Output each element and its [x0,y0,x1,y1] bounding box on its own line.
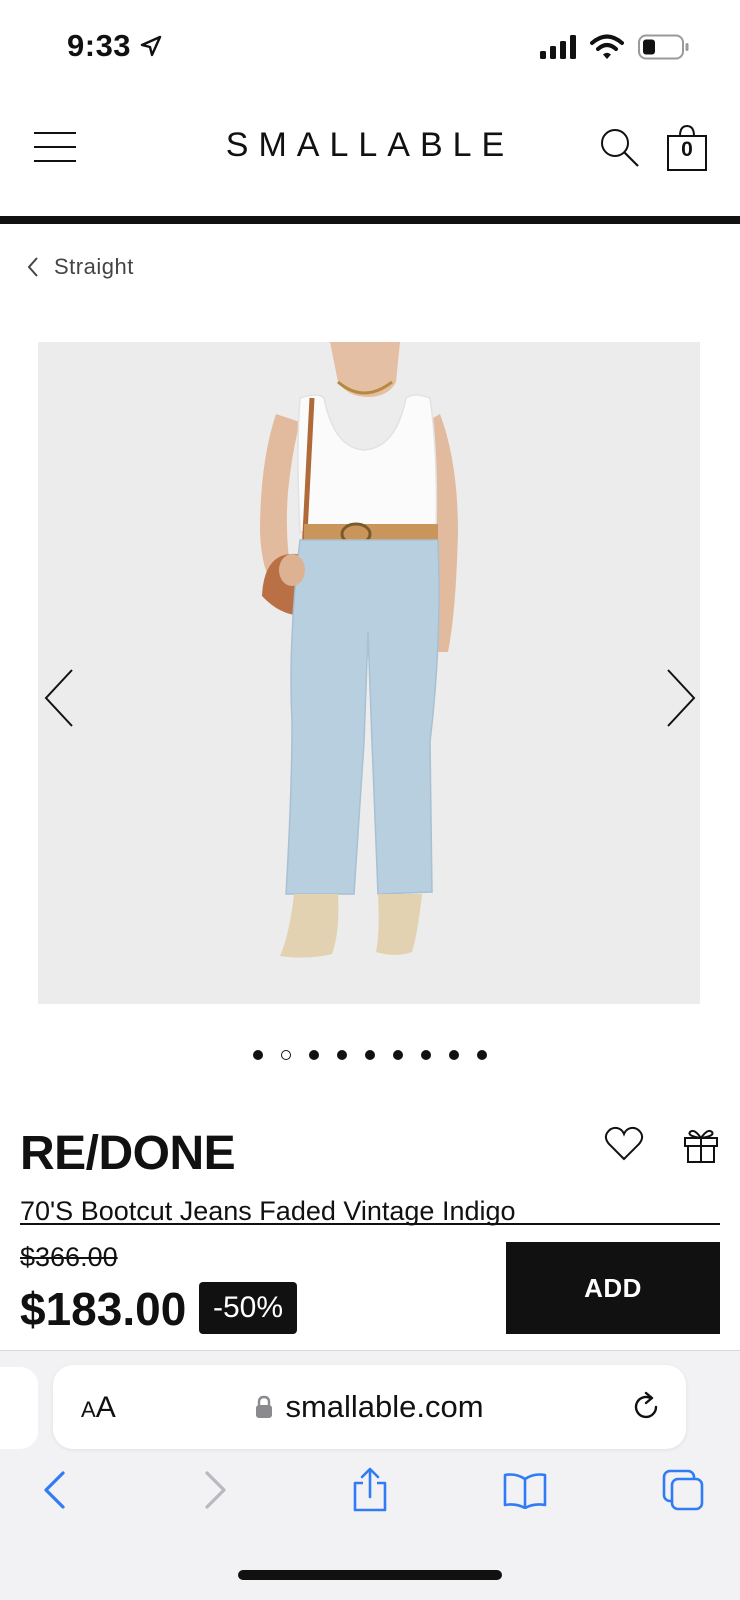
location-arrow-icon [140,35,162,57]
browser-toolbar [0,1457,740,1537]
battery-icon [638,34,689,60]
breadcrumb-back-link[interactable]: Straight [26,254,134,280]
title-divider [20,1223,720,1225]
search-icon [601,129,639,167]
chevron-left-icon [44,669,73,727]
status-bar: 9:33 [0,0,740,100]
browser-back-button[interactable] [30,1465,80,1515]
share-icon [353,1467,387,1512]
status-time: 9:33 [67,28,163,64]
tabs-button[interactable] [658,1465,708,1515]
carousel-dot[interactable] [337,1050,347,1060]
carousel-dot-active[interactable] [281,1050,291,1060]
carousel-dot[interactable] [253,1050,263,1060]
site-header: SMALLABLE 0 [0,100,740,218]
carousel-next-button[interactable] [660,666,700,730]
carousel-dot[interactable] [393,1050,403,1060]
text-size-button[interactable]: AA [81,1391,116,1425]
gift-icon [684,1129,718,1163]
previous-tab-preview[interactable] [0,1367,38,1449]
carousel-dot[interactable] [477,1050,487,1060]
forward-arrow-icon [205,1471,226,1509]
share-button[interactable] [345,1465,395,1515]
carousel-dot[interactable] [365,1050,375,1060]
url-display: smallable.com [53,1389,686,1425]
hamburger-line-icon [34,146,76,148]
carousel-pagination [0,1050,740,1060]
discount-badge: -50% [199,1282,298,1334]
sale-price: $183.00 [20,1283,187,1335]
hamburger-line-icon [34,132,76,134]
breadcrumb-label: Straight [54,254,134,279]
text-size-small-glyph: A [81,1397,96,1422]
search-button[interactable] [598,126,642,170]
hamburger-line-icon [34,160,76,162]
url-text: smallable.com [285,1389,484,1424]
status-time-text: 9:33 [67,28,132,63]
reload-button[interactable] [628,1389,664,1425]
header-divider [0,216,740,224]
chevron-right-icon [667,669,696,727]
wishlist-button[interactable] [604,1126,648,1166]
browser-bottom-bar: AA smallable.com [0,1350,740,1600]
cellular-signal-icon [540,35,576,59]
lock-icon [256,1395,273,1418]
browser-forward-button[interactable] [190,1465,240,1515]
hamburger-menu-button[interactable] [34,132,76,162]
product-image[interactable] [38,342,700,1004]
gift-button[interactable] [682,1126,722,1166]
carousel-dot[interactable] [421,1050,431,1060]
book-icon [503,1473,547,1509]
original-price: $366.00 [20,1242,118,1272]
tabs-icon [662,1469,704,1511]
carousel-prev-button[interactable] [40,666,80,730]
product-brand[interactable]: RE/DONE [20,1126,236,1181]
wifi-icon [590,34,624,59]
text-size-large-glyph: A [95,1391,116,1424]
chevron-left-icon [27,257,38,277]
cart-count: 0 [681,138,693,161]
bookmarks-button[interactable] [500,1465,550,1515]
home-indicator[interactable] [238,1570,502,1580]
heart-icon [604,1126,644,1161]
status-indicators [540,34,690,60]
carousel-dot[interactable] [449,1050,459,1060]
back-arrow-icon [44,1471,65,1509]
cart-button[interactable]: 0 [666,124,708,172]
reload-icon [634,1391,658,1419]
product-photo-model [38,342,700,1004]
carousel-dot[interactable] [309,1050,319,1060]
add-to-cart-button[interactable]: ADD [506,1242,720,1334]
address-bar[interactable]: AA smallable.com [53,1365,686,1449]
